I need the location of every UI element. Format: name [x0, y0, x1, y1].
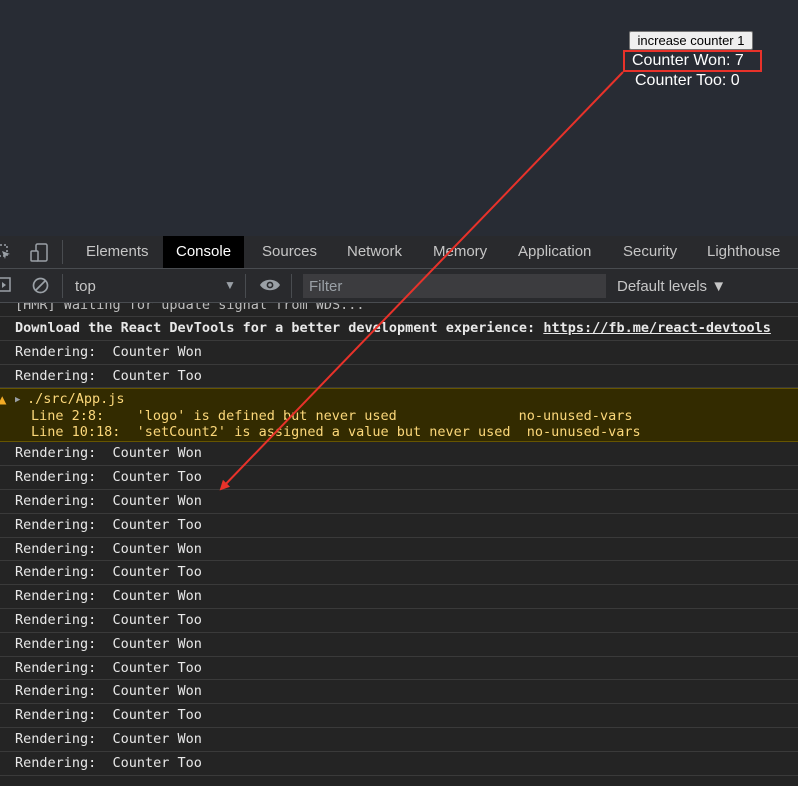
warning-line: Line 2:8: 'logo' is defined but never us… — [31, 408, 633, 425]
toolbar-divider — [62, 274, 63, 298]
console-message: Rendering: Counter Too — [0, 365, 798, 389]
tabbar-divider — [62, 240, 63, 264]
toolbar-divider — [291, 274, 292, 298]
console-message: Rendering: Counter Too — [0, 561, 798, 586]
increase-counter-button[interactable]: increase counter 1 — [629, 31, 753, 50]
console-message: Rendering: Counter Won — [0, 538, 798, 562]
tab-sources[interactable]: Sources — [249, 236, 330, 268]
console-message: Rendering: Counter Too — [0, 752, 798, 776]
tab-memory[interactable]: Memory — [420, 236, 500, 268]
devtools-message-text: Download the React DevTools for a better… — [15, 320, 544, 336]
console-message: Rendering: Counter Too — [0, 704, 798, 728]
console-message: Rendering: Counter Too — [0, 657, 798, 681]
console-messages: [HMR] Waiting for update signal from WDS… — [0, 303, 798, 776]
tab-security[interactable]: Security — [610, 236, 690, 268]
context-dropdown-icon[interactable]: ▼ — [224, 278, 236, 292]
tab-console[interactable]: Console — [163, 236, 245, 268]
inspect-element-icon[interactable] — [0, 243, 12, 266]
app-viewport: increase counter 1 Counter Won: 7 Counte… — [0, 0, 798, 236]
clear-console-icon[interactable] — [32, 277, 49, 299]
warning-line: Line 10:18: 'setCount2' is assigned a va… — [31, 424, 641, 441]
eye-icon[interactable] — [259, 278, 281, 297]
console-message: Download the React DevTools for a better… — [0, 317, 798, 341]
context-selector[interactable]: top — [75, 278, 96, 295]
warning-file[interactable]: ./src/App.js — [27, 391, 125, 407]
sidebar-toggle-icon[interactable] — [0, 277, 12, 298]
warning-icon: ▲ — [0, 392, 6, 408]
expand-triangle-icon[interactable]: ▶ — [15, 395, 20, 405]
devtools-tabbar: Elements Console Sources Network Memory … — [0, 236, 798, 269]
console-message: Rendering: Counter Too — [0, 466, 798, 490]
counter-too-text: Counter Too: 0 — [635, 72, 740, 89]
log-levels-dropdown[interactable]: Default levels ▼ — [617, 278, 726, 295]
devtools-panel: Elements Console Sources Network Memory … — [0, 236, 798, 786]
console-message: Rendering: Counter Too — [0, 514, 798, 538]
console-message: Rendering: Counter Won — [0, 490, 798, 514]
console-message: Rendering: Counter Won — [0, 680, 798, 705]
tab-lighthouse[interactable]: Lighthouse — [694, 236, 793, 268]
console-message: Rendering: Counter Too — [0, 609, 798, 633]
console-message: Rendering: Counter Won — [0, 633, 798, 657]
tab-elements[interactable]: Elements — [73, 236, 162, 268]
toolbar-divider — [245, 274, 246, 298]
console-message: Rendering: Counter Won — [0, 442, 798, 467]
console-toolbar: top ▼ Default levels ▼ — [0, 269, 798, 303]
tab-application[interactable]: Application — [505, 236, 604, 268]
filter-input[interactable] — [303, 274, 606, 298]
console-message: Rendering: Counter Won — [0, 341, 798, 365]
warning-message: ▲ ▶ ./src/App.js Line 2:8: 'logo' is def… — [0, 388, 798, 443]
console-message: [HMR] Waiting for update signal from WDS… — [0, 303, 798, 317]
react-devtools-link[interactable]: https://fb.me/react-devtools — [543, 320, 771, 336]
counter-won-text: Counter Won: 7 — [632, 52, 744, 69]
device-toolbar-icon[interactable] — [30, 243, 50, 268]
console-message: Rendering: Counter Won — [0, 585, 798, 609]
tab-network[interactable]: Network — [334, 236, 415, 268]
console-message: Rendering: Counter Won — [0, 728, 798, 752]
